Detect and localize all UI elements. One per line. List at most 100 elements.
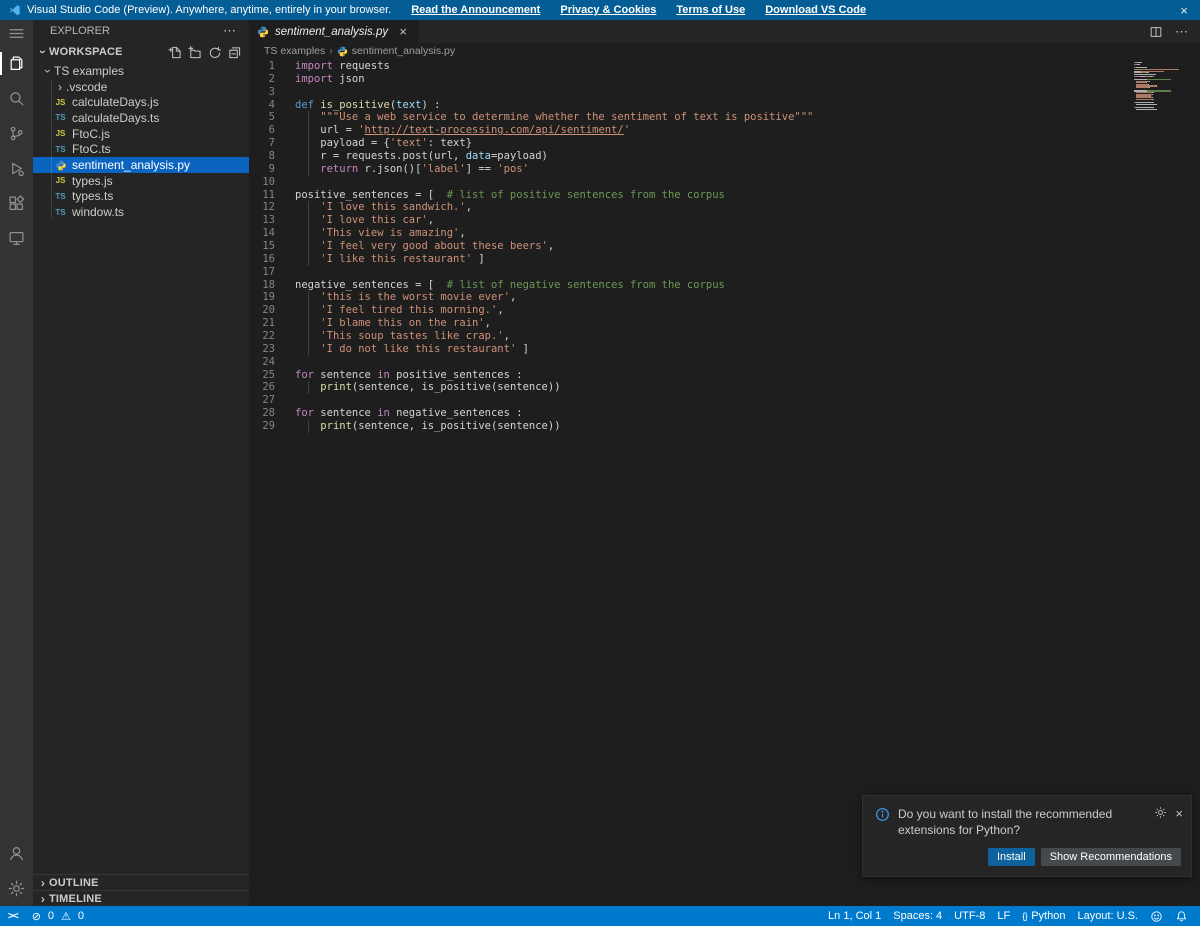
code-line: 11positive_sentences = [ # list of posit… xyxy=(249,189,1200,202)
status-problems[interactable]: ⊘0 ⚠0 xyxy=(26,906,93,926)
code-editor[interactable]: 1import requests2import json34def is_pos… xyxy=(249,59,1200,906)
collapse-all-icon[interactable] xyxy=(228,46,241,59)
activity-bar-item-remote-explorer[interactable] xyxy=(0,221,33,256)
remote-indicator[interactable]: >< xyxy=(0,906,26,926)
tab-close-icon[interactable]: × xyxy=(396,24,410,39)
error-count: 0 xyxy=(48,910,54,922)
file-tree-item[interactable]: TStypes.ts xyxy=(33,189,249,205)
file-tree-item[interactable]: TSFtoC.ts xyxy=(33,141,249,157)
banner-link[interactable]: Read the Announcement xyxy=(411,4,540,16)
sidebar-bottom-sections: › OUTLINE › TIMELINE xyxy=(33,874,249,906)
line-number: 2 xyxy=(249,73,275,86)
activity-bar-item-settings[interactable] xyxy=(0,871,33,906)
code-line: 16 'I like this restaurant' ] xyxy=(249,253,1200,266)
ts-file-icon: TS xyxy=(54,145,67,154)
editor-tab-bar: sentiment_analysis.py × ⋯ xyxy=(249,20,1200,43)
activity-bar-item-source-control[interactable] xyxy=(0,116,33,151)
js-file-icon: JS xyxy=(54,176,67,185)
banner-links: Read the Announcement Privacy & Cookies Te… xyxy=(391,4,866,16)
status-encoding[interactable]: UTF-8 xyxy=(948,906,991,926)
file-name: window.ts xyxy=(72,205,124,219)
workspace-label: WORKSPACE xyxy=(49,46,123,58)
file-tree-item[interactable]: JScalculateDays.js xyxy=(33,94,249,110)
file-tree-item[interactable]: ›TS examples xyxy=(33,63,249,79)
editor-more-actions-icon[interactable]: ⋯ xyxy=(1175,24,1188,40)
warning-icon: ⚠ xyxy=(61,910,71,923)
line-number: 26 xyxy=(249,381,275,394)
split-editor-icon[interactable] xyxy=(1149,25,1163,39)
file-tree-item[interactable]: TScalculateDays.ts xyxy=(33,110,249,126)
breadcrumb: TS examples › sentiment_analysis.py xyxy=(249,43,1200,59)
status-eol[interactable]: LF xyxy=(991,906,1016,926)
file-tree-item[interactable]: ›.vscode xyxy=(33,79,249,95)
activity-bar-item-account[interactable] xyxy=(0,836,33,871)
file-name: TS examples xyxy=(54,64,124,78)
banner-link[interactable]: Download VS Code xyxy=(765,4,866,16)
explorer-more-actions-icon[interactable]: ⋯ xyxy=(219,23,240,39)
activity-bar-item-menu[interactable] xyxy=(0,20,33,46)
code-line: 2import json xyxy=(249,73,1200,86)
tab-sentiment-analysis[interactable]: sentiment_analysis.py × xyxy=(249,20,418,43)
status-cursor-position[interactable]: Ln 1, Col 1 xyxy=(822,906,887,926)
status-indentation[interactable]: Spaces: 4 xyxy=(887,906,948,926)
code-line: 25for sentence in positive_sentences : xyxy=(249,369,1200,382)
install-button[interactable]: Install xyxy=(988,848,1035,866)
minimap[interactable] xyxy=(1134,62,1186,110)
file-tree-item[interactable]: sentiment_analysis.py xyxy=(33,157,249,173)
code-line: 28for sentence in negative_sentences : xyxy=(249,407,1200,420)
file-tree-item[interactable]: TSwindow.ts xyxy=(33,204,249,220)
new-file-icon[interactable] xyxy=(168,46,181,59)
line-number: 14 xyxy=(249,227,275,240)
status-language-mode[interactable]: {}Python xyxy=(1016,906,1071,926)
chevron-right-icon: › xyxy=(54,80,66,94)
code-line: 10 xyxy=(249,176,1200,189)
timeline-label: TIMELINE xyxy=(49,893,102,905)
breadcrumb-folder[interactable]: TS examples xyxy=(264,45,325,57)
feedback-smiley-icon[interactable] xyxy=(1144,906,1169,926)
file-tree-item[interactable]: JSFtoC.js xyxy=(33,126,249,142)
notification-close-icon[interactable]: × xyxy=(1175,806,1183,821)
activity-bar-item-extensions[interactable] xyxy=(0,186,33,221)
banner-close-icon[interactable]: × xyxy=(1176,3,1192,18)
code-line: 13 'I love this car', xyxy=(249,214,1200,227)
chevron-down-icon: › xyxy=(36,46,50,58)
code-line: 29 print(sentence, is_positive(sentence)… xyxy=(249,420,1200,433)
banner-link[interactable]: Privacy & Cookies xyxy=(560,4,656,16)
code-line: 17 xyxy=(249,266,1200,279)
python-icon xyxy=(257,26,269,38)
run-debug-icon xyxy=(8,160,25,177)
code-line: 1import requests xyxy=(249,60,1200,73)
show-recommendations-button[interactable]: Show Recommendations xyxy=(1041,848,1181,866)
activity-bar-item-search[interactable] xyxy=(0,81,33,116)
banner-link[interactable]: Terms of Use xyxy=(676,4,745,16)
file-name: types.ts xyxy=(72,189,113,203)
banner-message: Visual Studio Code (Preview). Anywhere, … xyxy=(27,4,391,16)
line-number: 4 xyxy=(249,99,275,112)
workspace-section-header[interactable]: › WORKSPACE xyxy=(33,42,249,62)
line-number: 8 xyxy=(249,150,275,163)
status-right-items: Ln 1, Col 1Spaces: 4UTF-8LF{}PythonLayou… xyxy=(822,906,1144,926)
activity-bar-item-explorer[interactable] xyxy=(0,46,33,81)
code-line: 24 xyxy=(249,356,1200,369)
activity-bar-item-run-and-debug[interactable] xyxy=(0,151,33,186)
line-number: 9 xyxy=(249,163,275,176)
code-line: 5 """Use a web service to determine whet… xyxy=(249,111,1200,124)
js-file-icon: JS xyxy=(54,129,67,138)
file-tree-item[interactable]: JStypes.js xyxy=(33,173,249,189)
outline-section-header[interactable]: › OUTLINE xyxy=(33,874,249,890)
line-number: 7 xyxy=(249,137,275,150)
chevron-right-icon: › xyxy=(37,876,49,890)
notification-settings-gear-icon[interactable] xyxy=(1154,806,1167,819)
notifications-bell-icon[interactable] xyxy=(1169,906,1194,926)
status-bar: >< ⊘0 ⚠0 Ln 1, Col 1Spaces: 4UTF-8LF{}Py… xyxy=(0,906,1200,926)
refresh-icon[interactable] xyxy=(208,46,221,59)
status-keyboard-layout[interactable]: Layout: U.S. xyxy=(1071,906,1144,926)
code-line: 26 print(sentence, is_positive(sentence)… xyxy=(249,381,1200,394)
chevron-right-icon: › xyxy=(329,45,333,57)
chevron-right-icon: › xyxy=(37,892,49,906)
source-control-icon xyxy=(8,125,25,142)
timeline-section-header[interactable]: › TIMELINE xyxy=(33,890,249,906)
new-folder-icon[interactable] xyxy=(188,46,201,59)
breadcrumb-file[interactable]: sentiment_analysis.py xyxy=(352,45,455,57)
chevron-down-icon: › xyxy=(41,65,55,77)
